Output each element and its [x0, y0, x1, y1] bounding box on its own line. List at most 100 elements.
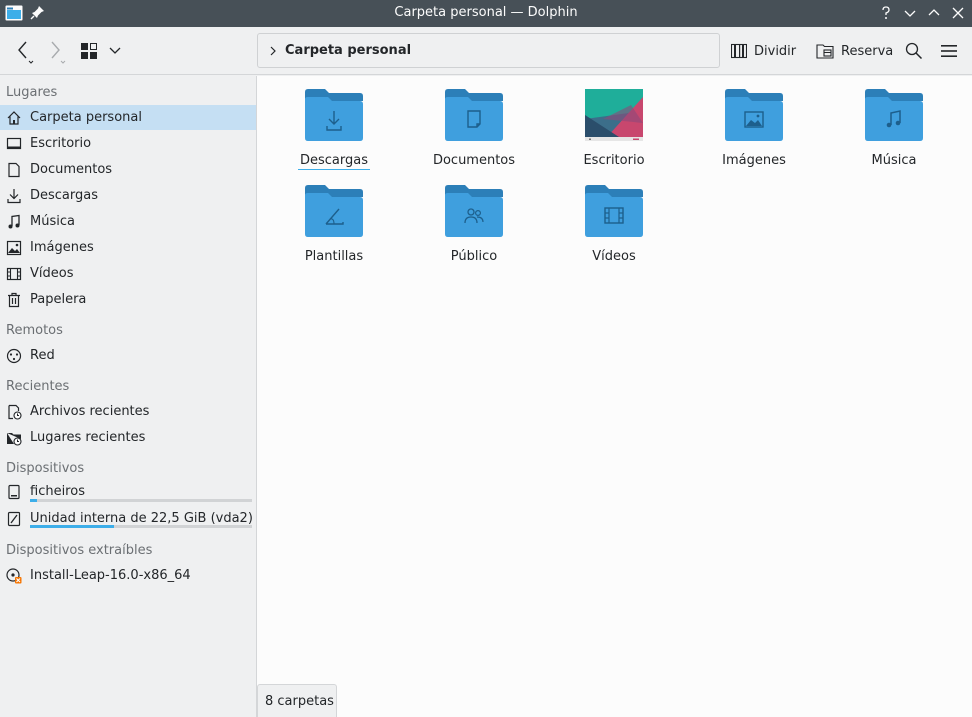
- arrow-right-icon: [51, 41, 66, 64]
- hamburger-menu-button[interactable]: [940, 27, 958, 75]
- trash-icon: [6, 292, 22, 308]
- folder-name: Documentos: [432, 153, 516, 168]
- desktop-icon: [6, 136, 22, 152]
- stash-icon: [816, 44, 834, 59]
- pictures-icon: [6, 240, 22, 256]
- folder-name: Imágenes: [722, 153, 786, 168]
- network-icon: [6, 348, 22, 364]
- split-label: Dividir: [754, 43, 797, 59]
- folder-videos-icon: [585, 185, 643, 237]
- help-icon[interactable]: [877, 4, 895, 22]
- music-icon: [6, 214, 22, 230]
- folder-pictures-icon: [725, 89, 783, 141]
- sidebar-item-label: Archivos recientes: [30, 404, 150, 419]
- home-icon: [6, 110, 22, 126]
- breadcrumb-home[interactable]: Carpeta personal: [285, 43, 411, 58]
- split-button[interactable]: Dividir: [731, 27, 796, 75]
- sidebar-item-label: Imágenes: [30, 240, 94, 255]
- recent-places-icon: [6, 430, 22, 446]
- sidebar-item-downloads[interactable]: Descargas: [0, 183, 256, 208]
- sidebar-item-desktop[interactable]: Escritorio: [0, 131, 256, 156]
- section-title-remote: Remotos: [6, 323, 63, 338]
- window-title: Carpeta personal — Dolphin: [394, 5, 578, 20]
- hamburger-menu-icon: [941, 45, 957, 57]
- split-view-icon: [731, 43, 747, 59]
- sidebar-item-music[interactable]: Música: [0, 209, 256, 234]
- sidebar-item-install-media[interactable]: Install-Leap-16.0-x86_64: [0, 563, 256, 588]
- sidebar-item-recent-places[interactable]: Lugares recientes: [0, 425, 256, 450]
- folder-documents-icon: [445, 89, 503, 141]
- folder-name: Plantillas: [304, 249, 364, 264]
- sidebar-item-network[interactable]: Red: [0, 343, 256, 368]
- icons-view-icon: [81, 43, 97, 59]
- harddisk-icon: [6, 511, 22, 527]
- folder-item[interactable]: Imágenes: [694, 76, 814, 168]
- folder-item[interactable]: Vídeos: [554, 172, 674, 264]
- stash-label: Reserva: [841, 43, 894, 59]
- status-text: 8 carpetas: [265, 694, 334, 709]
- file-view[interactable]: Descargas Documentos Escritorio Imágenes: [257, 76, 972, 717]
- back-button[interactable]: [12, 27, 40, 75]
- sidebar-item-documents[interactable]: Documentos: [0, 157, 256, 182]
- folder-name: Música: [871, 153, 917, 168]
- folder-public-icon: [445, 185, 503, 237]
- sidebar-item-label: Escritorio: [30, 136, 92, 151]
- sidebar-item-label: Carpeta personal: [30, 110, 142, 125]
- sidebar-item-trash[interactable]: Papelera: [0, 287, 256, 312]
- section-title-recent: Recientes: [6, 379, 70, 394]
- sidebar-item-recent-files[interactable]: Archivos recientes: [0, 399, 256, 424]
- view-mode-button[interactable]: [80, 27, 102, 75]
- folder-name: Público: [450, 249, 498, 264]
- sidebar-item-label: Install-Leap-16.0-x86_64: [30, 568, 191, 583]
- sidebar-item-label: Documentos: [30, 162, 113, 177]
- folder-download-icon: [305, 89, 363, 141]
- folder-item[interactable]: Escritorio: [554, 76, 674, 168]
- search-icon: [905, 42, 923, 60]
- folder-item[interactable]: Documentos: [414, 76, 534, 168]
- capacity-bar: [30, 499, 252, 502]
- sidebar-item-pictures[interactable]: Imágenes: [0, 235, 256, 260]
- status-bar: 8 carpetas: [257, 684, 337, 717]
- sidebar-item-label: Lugares recientes: [30, 430, 146, 445]
- close-icon[interactable]: [949, 4, 967, 22]
- sidebar-item-label: Descargas: [30, 188, 99, 203]
- sidebar-item-videos[interactable]: Vídeos: [0, 261, 256, 286]
- videos-icon: [6, 266, 22, 282]
- folder-item[interactable]: Descargas: [274, 76, 394, 170]
- folder-templates-icon: [305, 185, 363, 237]
- location-bar[interactable]: Carpeta personal: [257, 33, 720, 68]
- sidebar-item-label: Red: [30, 348, 55, 363]
- desktop-wallpaper-thumbnail: [585, 89, 643, 141]
- title-bar: Carpeta personal — Dolphin: [0, 0, 972, 27]
- sidebar-item-home[interactable]: Carpeta personal: [0, 105, 256, 130]
- recent-files-icon: [6, 404, 22, 420]
- stash-button[interactable]: Reserva: [816, 27, 893, 75]
- chevron-down-icon: [109, 47, 121, 54]
- sidebar-item-label: ficheiros: [30, 484, 85, 499]
- capacity-bar: [30, 525, 252, 528]
- forward-button[interactable]: [44, 27, 72, 75]
- documents-icon: [6, 162, 22, 178]
- sidebar-item-label: Vídeos: [30, 266, 74, 281]
- folder-name: Escritorio: [583, 153, 645, 168]
- minimize-icon[interactable]: [901, 4, 919, 22]
- folder-item[interactable]: Plantillas: [274, 172, 394, 264]
- download-icon: [6, 188, 22, 204]
- arrow-left-icon: [18, 41, 34, 64]
- folder-name: Vídeos: [592, 249, 636, 264]
- sidebar-item-label: Unidad interna de 22,5 GiB (vda2): [30, 511, 253, 526]
- folder-item[interactable]: Público: [414, 172, 534, 264]
- folder-name: Descargas: [297, 153, 370, 170]
- search-button[interactable]: [905, 27, 925, 75]
- section-title-removable: Dispositivos extraíbles: [6, 543, 153, 558]
- sidebar-item-label: Música: [30, 214, 75, 229]
- optical-disc-icon: [6, 568, 22, 584]
- drive-icon: [6, 484, 22, 500]
- view-mode-dropdown[interactable]: [108, 27, 128, 75]
- section-title-places: Lugares: [6, 85, 58, 100]
- chevron-right-icon[interactable]: [267, 44, 279, 58]
- folder-item[interactable]: Música: [834, 76, 954, 168]
- section-title-devices: Dispositivos: [6, 461, 85, 476]
- maximize-icon[interactable]: [925, 4, 943, 22]
- main-toolbar: Carpeta personal Dividir Reserva: [0, 27, 972, 75]
